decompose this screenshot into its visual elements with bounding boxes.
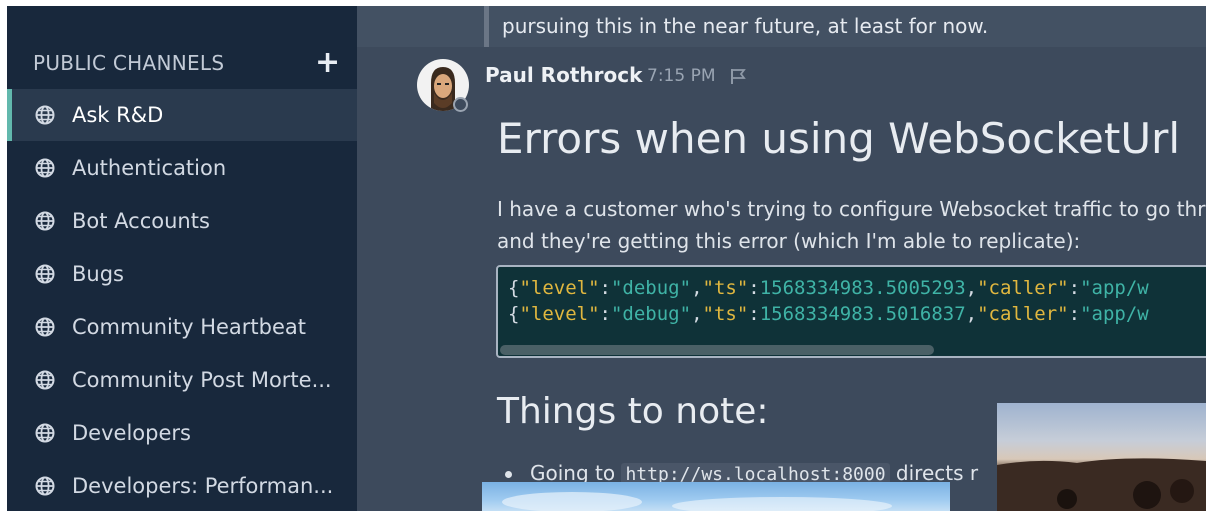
code-token: "ts" xyxy=(702,303,749,325)
globe-icon xyxy=(35,264,55,284)
code-token: , xyxy=(691,303,703,325)
sidebar-channel-item[interactable]: Bugs xyxy=(7,248,357,300)
channel-label: Developers xyxy=(72,421,191,445)
sidebar: PUBLIC CHANNELS + Ask R&D Authentication B… xyxy=(7,6,357,511)
code-token: "ts" xyxy=(702,277,749,299)
code-token: "level" xyxy=(519,303,600,325)
code-scrollbar[interactable] xyxy=(500,345,934,355)
section-title: PUBLIC CHANNELS xyxy=(33,51,225,75)
code-token: "debug" xyxy=(610,303,692,325)
sidebar-channel-item[interactable]: Developers: Performan... xyxy=(7,460,357,511)
channel-label: Developers: Performan... xyxy=(72,474,334,498)
sidebar-channel-item[interactable]: Ask R&D xyxy=(7,89,357,141)
bullet-dot xyxy=(505,471,512,478)
previous-message-text: pursuing this in the near future, at lea… xyxy=(502,14,989,38)
code-block: {"level":"debug","ts":1568334983.5005293… xyxy=(496,265,1206,358)
quote-bar xyxy=(484,6,489,47)
channel-label: Community Post Morte... xyxy=(72,368,332,392)
post-time[interactable]: 7:15 PM xyxy=(647,66,716,86)
sidebar-channel-item[interactable]: Bot Accounts xyxy=(7,195,357,247)
code-line: {"level":"debug","ts":1568334983.5005293… xyxy=(508,277,1149,299)
code-token: "caller" xyxy=(977,277,1069,299)
code-token: : xyxy=(748,277,760,299)
sidebar-channel-item[interactable]: Community Post Morte... xyxy=(7,354,357,406)
channel-label: Ask R&D xyxy=(72,103,164,127)
sidebar-channel-item[interactable]: Developers xyxy=(7,407,357,459)
post-subheading: Things to note: xyxy=(497,391,769,432)
globe-icon xyxy=(35,476,55,496)
channel-label: Community Heartbeat xyxy=(72,315,307,339)
status-indicator xyxy=(453,97,468,112)
globe-icon xyxy=(35,370,55,390)
code-line: {"level":"debug","ts":1568334983.5016837… xyxy=(508,303,1149,325)
post-paragraph: I have a customer who's trying to config… xyxy=(497,193,1206,257)
code-token: { xyxy=(508,277,520,299)
code-token: : xyxy=(599,303,611,325)
globe-icon xyxy=(35,423,55,443)
sidebar-channel-item[interactable]: Community Heartbeat xyxy=(7,301,357,353)
paragraph-line: and they're getting this error (which I'… xyxy=(497,229,1081,253)
code-token: : xyxy=(599,277,611,299)
globe-icon xyxy=(35,317,55,337)
code-token: "app/w xyxy=(1080,303,1149,325)
paragraph-line: I have a customer who's trying to config… xyxy=(497,197,1206,221)
globe-icon xyxy=(35,211,55,231)
globe-icon xyxy=(35,158,55,178)
code-token: , xyxy=(965,277,978,299)
dusk-photo xyxy=(997,403,1206,511)
code-token: "level" xyxy=(519,277,600,299)
channel-label: Authentication xyxy=(72,156,227,180)
code-token: , xyxy=(691,277,703,299)
sky-photo xyxy=(482,482,950,511)
code-token: : xyxy=(1068,303,1081,325)
flag-icon[interactable] xyxy=(729,67,747,85)
code-token: "caller" xyxy=(977,303,1069,325)
author-name[interactable]: Paul Rothrock xyxy=(485,63,642,87)
code-token: : xyxy=(748,303,760,325)
code-token: 1568334983.5016837 xyxy=(759,303,966,325)
code-token: "debug" xyxy=(610,277,692,299)
public-channels-header: PUBLIC CHANNELS + xyxy=(33,48,340,78)
code-token: : xyxy=(1068,277,1081,299)
channel-label: Bot Accounts xyxy=(72,209,210,233)
channel-label: Bugs xyxy=(72,262,124,286)
sidebar-channel-item[interactable]: Authentication xyxy=(7,142,357,194)
previous-message: pursuing this in the near future, at lea… xyxy=(357,6,1206,47)
post-heading: Errors when using WebSocketUrl xyxy=(497,114,1181,163)
code-token: "app/w xyxy=(1080,277,1149,299)
globe-icon xyxy=(35,105,55,125)
code-token: , xyxy=(965,303,978,325)
code-token: 1568334983.5005293 xyxy=(759,277,966,299)
code-token: { xyxy=(508,303,520,325)
add-channel-button[interactable]: + xyxy=(315,48,340,78)
